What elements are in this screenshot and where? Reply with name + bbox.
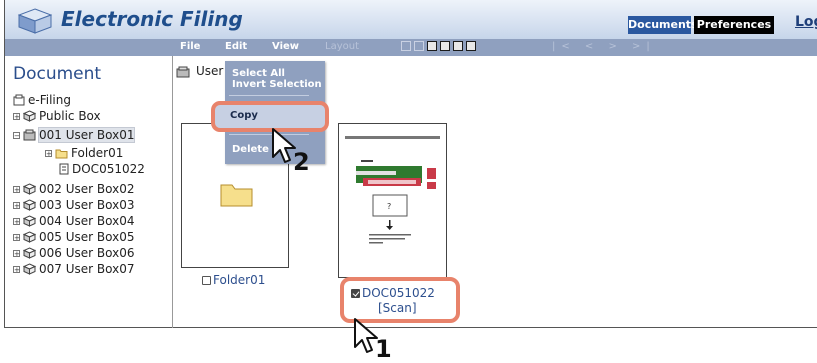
document-source-label: [Scan] bbox=[378, 301, 417, 315]
menubar: File Edit View Layout |< < > >| bbox=[5, 39, 817, 56]
tree-label: Public Box bbox=[39, 109, 101, 123]
app-header: Electronic Filing Documents Preferences … bbox=[5, 0, 817, 39]
tree-label: Folder01 bbox=[71, 146, 124, 160]
menu-item-copy[interactable]: Copy bbox=[230, 110, 258, 121]
menu-file[interactable]: File bbox=[180, 41, 200, 52]
menu-separator bbox=[229, 95, 309, 96]
menu-item-invert-selection[interactable]: Invert Selection bbox=[232, 79, 322, 90]
menu-item-delete[interactable]: Delete bbox=[232, 144, 269, 155]
tree-label: 006 User Box06 bbox=[39, 246, 135, 260]
highlight-frame bbox=[211, 101, 329, 132]
tree-item-user-box[interactable]: +007 User Box07 bbox=[13, 262, 163, 277]
user-box-icon bbox=[23, 129, 36, 141]
document-thumbnail[interactable]: ? bbox=[338, 123, 447, 278]
box-icon bbox=[23, 183, 36, 195]
expand-toggle-icon[interactable]: + bbox=[13, 113, 20, 121]
tree-item-user-box[interactable]: +004 User Box04 bbox=[13, 214, 163, 229]
document-checkbox[interactable] bbox=[351, 289, 360, 298]
user-box-icon bbox=[176, 66, 190, 78]
folder-icon bbox=[220, 184, 253, 207]
expand-toggle-icon[interactable]: + bbox=[13, 218, 20, 226]
document-icon bbox=[59, 163, 69, 175]
box-icon bbox=[23, 263, 36, 275]
expand-toggle-icon[interactable]: + bbox=[13, 266, 20, 274]
print-icon[interactable] bbox=[427, 41, 437, 51]
menu-item-select-all[interactable]: Select All bbox=[232, 68, 285, 79]
preferences-button[interactable]: Preferences bbox=[694, 16, 774, 34]
collapse-toggle-icon[interactable]: − bbox=[13, 132, 20, 140]
app-title: Electronic Filing bbox=[61, 7, 243, 31]
document-name: DOC051022 bbox=[362, 286, 435, 300]
box-icon bbox=[23, 215, 36, 227]
expand-toggle-icon[interactable]: + bbox=[13, 250, 20, 258]
menu-edit[interactable]: Edit bbox=[225, 41, 247, 52]
paste-icon[interactable] bbox=[466, 41, 476, 51]
tree-label: DOC051022 bbox=[72, 162, 145, 176]
folder-item-label[interactable]: Folder01 bbox=[202, 273, 265, 287]
tree-label: 003 User Box03 bbox=[39, 198, 135, 212]
thumbnail-view-icon bbox=[401, 41, 411, 51]
tree-title: Document bbox=[13, 64, 102, 84]
list-view-icon bbox=[414, 41, 424, 51]
tree-item-doc051022[interactable]: DOC051022 bbox=[58, 162, 158, 177]
tree-item-user-box-01[interactable]: − 001 User Box01 bbox=[13, 127, 163, 143]
tree-item-folder01[interactable]: + Folder01 bbox=[45, 146, 155, 161]
documents-button[interactable]: Documents bbox=[628, 16, 698, 34]
box-icon bbox=[23, 231, 36, 243]
tree-label: 002 User Box02 bbox=[39, 182, 135, 196]
svg-text:?: ? bbox=[387, 202, 391, 211]
step-number-1: 1 bbox=[375, 335, 392, 363]
expand-toggle-icon[interactable]: + bbox=[13, 234, 20, 242]
tree-item-efiling[interactable]: e-Filing bbox=[13, 93, 163, 108]
menu-layout: Layout bbox=[325, 41, 359, 52]
toolbar-icons bbox=[401, 41, 479, 54]
cut-icon[interactable] bbox=[440, 41, 450, 51]
menu-view[interactable]: View bbox=[272, 41, 299, 52]
tree-item-user-box[interactable]: +003 User Box03 bbox=[13, 198, 163, 213]
box-icon bbox=[23, 110, 36, 122]
tree-item-user-box[interactable]: +002 User Box02 bbox=[13, 182, 163, 197]
tree-label: 007 User Box07 bbox=[39, 262, 135, 276]
login-link[interactable]: Logi bbox=[795, 14, 817, 30]
folder-name: Folder01 bbox=[213, 273, 266, 287]
copy-icon[interactable] bbox=[453, 41, 463, 51]
tree-label: 004 User Box04 bbox=[39, 214, 135, 228]
document-item-label[interactable]: DOC051022 bbox=[351, 286, 435, 300]
pane-divider bbox=[172, 56, 173, 328]
expand-toggle-icon[interactable]: + bbox=[13, 186, 20, 194]
breadcrumb: User bbox=[196, 64, 224, 78]
step-number-2: 2 bbox=[293, 148, 310, 176]
document-preview-icon: ? bbox=[345, 136, 440, 244]
expand-toggle-icon[interactable]: + bbox=[13, 202, 20, 210]
folder-checkbox[interactable] bbox=[202, 276, 211, 285]
tree-item-public-box[interactable]: + Public Box bbox=[13, 109, 163, 124]
efiling-icon bbox=[13, 94, 25, 106]
tree-label: e-Filing bbox=[28, 93, 71, 107]
tree-item-user-box[interactable]: +006 User Box06 bbox=[13, 246, 163, 261]
folder-icon bbox=[55, 149, 68, 159]
tree-label: 001 User Box01 bbox=[37, 127, 136, 143]
cube-logo-icon bbox=[18, 8, 52, 34]
box-icon bbox=[23, 247, 36, 259]
pager-controls: |< < > >| bbox=[552, 41, 656, 52]
tree-label: 005 User Box05 bbox=[39, 230, 135, 244]
expand-toggle-icon[interactable]: + bbox=[45, 150, 52, 158]
tree-item-user-box[interactable]: +005 User Box05 bbox=[13, 230, 163, 245]
box-icon bbox=[23, 199, 36, 211]
